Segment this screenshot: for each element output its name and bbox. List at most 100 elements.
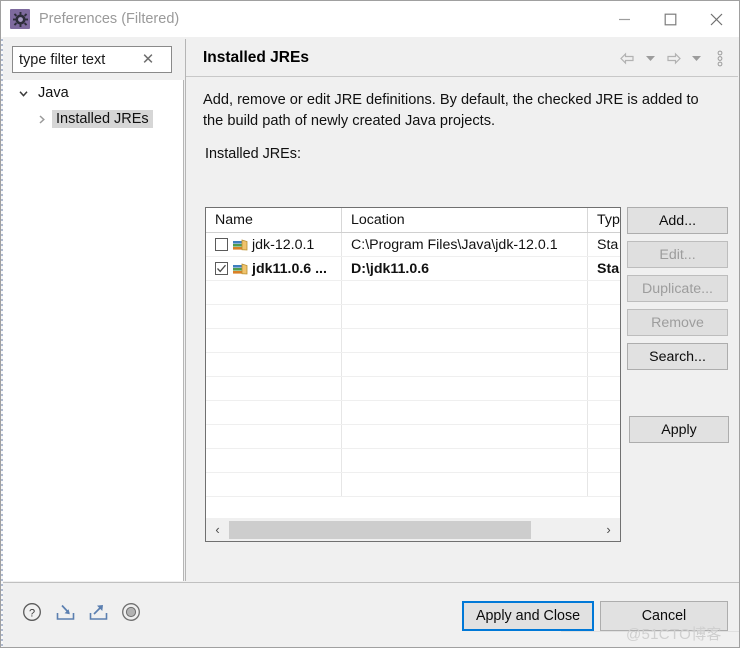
scrollbar-track[interactable] — [229, 519, 597, 541]
remove-button: Remove — [627, 309, 728, 336]
table-empty-row — [206, 401, 620, 425]
installed-jres-label: Installed JREs: — [205, 146, 301, 162]
help-icon[interactable]: ? — [21, 601, 43, 623]
back-arrow-icon[interactable] — [617, 48, 638, 69]
duplicate-button: Duplicate... — [627, 275, 728, 302]
import-icon[interactable] — [54, 601, 76, 623]
apply-button[interactable]: Apply — [629, 416, 729, 443]
dialog-button-bar: ? Apply and Close Cancel — [3, 582, 739, 647]
table-empty-cell — [342, 305, 588, 328]
tree-item-java[interactable]: Java — [3, 80, 183, 106]
table-empty-row — [206, 353, 620, 377]
tree-item-label: Installed JREs — [52, 110, 153, 128]
column-header-location[interactable]: Location — [342, 208, 588, 232]
jre-type-cell: Sta — [588, 257, 620, 280]
preferences-gear-icon — [10, 9, 30, 29]
preference-tree[interactable]: Java Installed JREs — [3, 80, 184, 581]
table-empty-cell — [588, 281, 620, 304]
maximize-button[interactable] — [647, 1, 693, 37]
table-empty-cell — [206, 473, 342, 496]
table-empty-row — [206, 377, 620, 401]
table-empty-row — [206, 281, 620, 305]
table-row[interactable]: jdk11.0.6 ... D:\jdk11.0.6 Sta — [206, 257, 620, 281]
jre-books-icon — [232, 238, 249, 252]
restore-defaults-icon[interactable] — [120, 601, 142, 623]
table-row[interactable]: jdk-12.0.1 C:\Program Files\Java\jdk-12.… — [206, 233, 620, 257]
table-horizontal-scrollbar[interactable]: ‹ › — [205, 518, 621, 542]
table-empty-cell — [206, 425, 342, 448]
jre-name-cell[interactable]: jdk-12.0.1 — [206, 233, 342, 256]
table-empty-cell — [588, 425, 620, 448]
table-empty-cell — [588, 449, 620, 472]
jre-name-text: jdk11.0.6 ... — [252, 260, 327, 277]
table-empty-cell — [342, 281, 588, 304]
table-empty-cell — [588, 401, 620, 424]
forward-arrow-icon[interactable] — [663, 48, 684, 69]
table-empty-row — [206, 449, 620, 473]
table-empty-cell — [342, 425, 588, 448]
column-header-type[interactable]: Typ — [588, 208, 620, 232]
table-empty-cell — [206, 281, 342, 304]
chevron-right-icon[interactable] — [33, 111, 49, 127]
table-empty-cell — [588, 473, 620, 496]
svg-text:?: ? — [29, 607, 35, 619]
table-empty-rows — [206, 281, 620, 497]
edit-button: Edit... — [627, 241, 728, 268]
clear-filter-icon[interactable]: ✕ — [137, 47, 159, 72]
jre-action-buttons: Add... Edit... Duplicate... Remove Searc… — [627, 207, 728, 370]
table-empty-cell — [342, 473, 588, 496]
close-button[interactable] — [693, 1, 739, 37]
dialog-utility-icons: ? — [21, 601, 142, 623]
chevron-down-icon[interactable] — [15, 85, 31, 101]
table-empty-cell — [588, 377, 620, 400]
preference-page: Installed JREs Add, remove or edit JRE d… — [185, 39, 738, 581]
table-empty-cell — [342, 353, 588, 376]
scroll-right-icon[interactable]: › — [597, 519, 620, 541]
jre-name-cell[interactable]: jdk11.0.6 ... — [206, 257, 342, 280]
table-empty-cell — [206, 377, 342, 400]
scrollbar-thumb[interactable] — [229, 520, 531, 539]
minimize-button[interactable] — [601, 1, 647, 37]
add-button[interactable]: Add... — [627, 207, 728, 234]
window-title: Preferences (Filtered) — [39, 11, 180, 27]
table-empty-cell — [342, 329, 588, 352]
watermark-line — [561, 631, 739, 632]
search-input[interactable] — [19, 51, 137, 68]
table-empty-row — [206, 329, 620, 353]
table-empty-cell — [206, 329, 342, 352]
jre-location-cell: C:\Program Files\Java\jdk-12.0.1 — [342, 233, 588, 256]
scroll-left-icon[interactable]: ‹ — [206, 519, 229, 541]
jre-type-cell: Sta — [588, 233, 620, 256]
window-controls — [601, 1, 739, 37]
cancel-button[interactable]: Cancel — [600, 601, 728, 631]
export-icon[interactable] — [87, 601, 109, 623]
search-button[interactable]: Search... — [627, 343, 728, 370]
forward-history-chevron-down-icon[interactable] — [686, 48, 707, 69]
table-empty-row — [206, 305, 620, 329]
tree-item-label: Java — [38, 85, 69, 101]
jre-name-text: jdk-12.0.1 — [252, 236, 315, 253]
view-menu-icon[interactable] — [709, 48, 730, 69]
table-empty-cell — [588, 305, 620, 328]
tree-item-installed-jres[interactable]: Installed JREs — [3, 106, 183, 132]
apply-and-close-button[interactable]: Apply and Close — [462, 601, 594, 631]
table-empty-row — [206, 425, 620, 449]
filter-box[interactable]: ✕ — [12, 46, 172, 73]
installed-jres-table[interactable]: Name Location Typ jdk-12.0.1 C:\Program … — [205, 207, 621, 542]
back-history-chevron-down-icon[interactable] — [640, 48, 661, 69]
table-empty-cell — [588, 329, 620, 352]
table-header-row: Name Location Typ — [206, 208, 620, 233]
column-header-name[interactable]: Name — [206, 208, 342, 232]
jre-enabled-checkbox[interactable] — [215, 262, 228, 275]
jre-enabled-checkbox[interactable] — [215, 238, 228, 251]
table-empty-cell — [206, 449, 342, 472]
table-empty-cell — [588, 353, 620, 376]
table-empty-row — [206, 473, 620, 497]
table-empty-cell — [206, 401, 342, 424]
page-nav-toolbar — [617, 39, 730, 77]
page-description: Add, remove or edit JRE definitions. By … — [203, 92, 699, 129]
table-empty-cell — [206, 353, 342, 376]
jre-books-icon — [232, 262, 249, 276]
table-empty-cell — [206, 305, 342, 328]
jre-location-cell: D:\jdk11.0.6 — [342, 257, 588, 280]
